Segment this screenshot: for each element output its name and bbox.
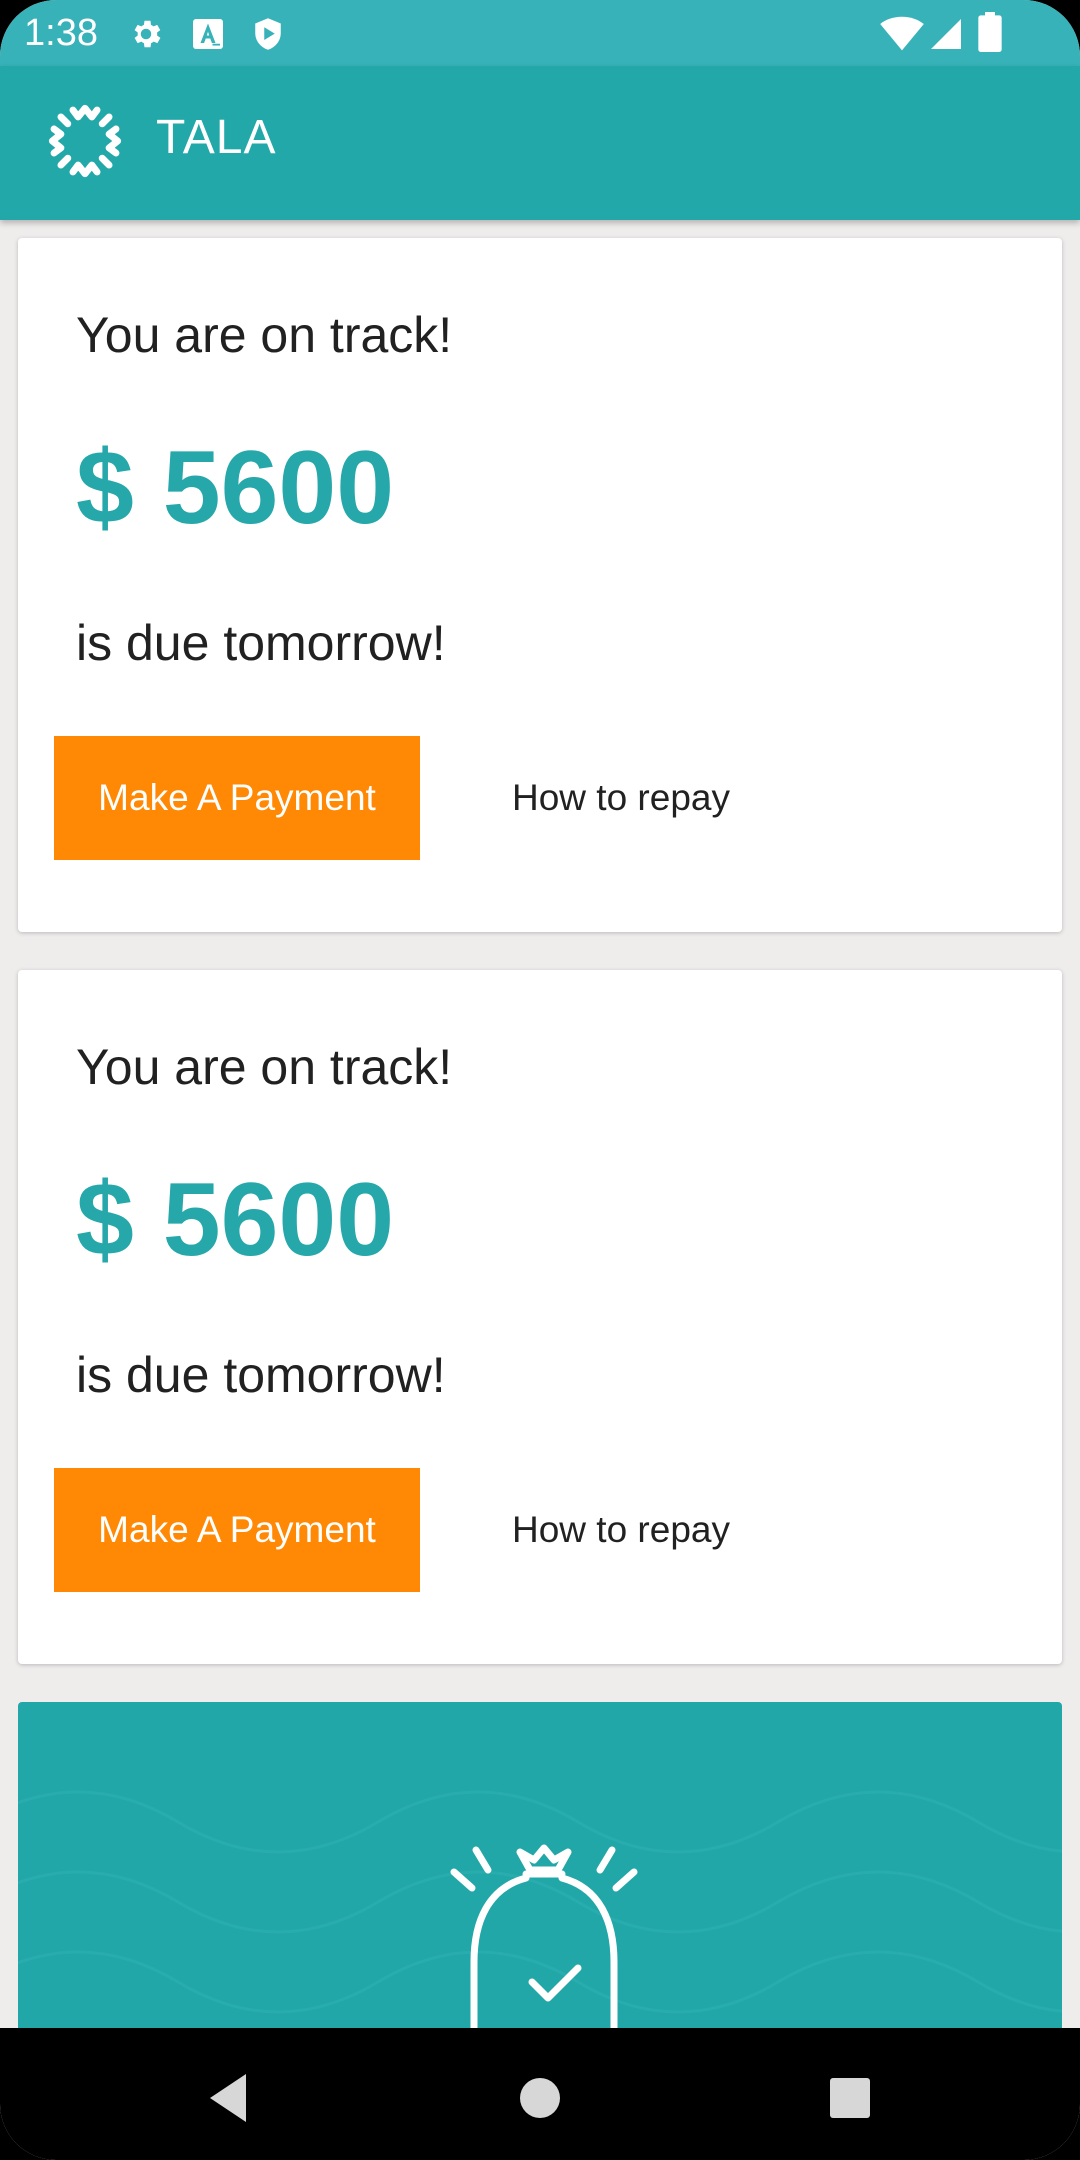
loan-status-card: You are on track! $ 5600 is due tomorrow… bbox=[18, 970, 1062, 1664]
recents-icon[interactable] bbox=[810, 2058, 890, 2138]
home-icon[interactable] bbox=[500, 2058, 580, 2138]
wifi-icon bbox=[880, 16, 924, 51]
app-title: TALA bbox=[156, 111, 277, 164]
card-status-text: You are on track! bbox=[76, 1039, 453, 1095]
play-shield-icon bbox=[255, 18, 281, 50]
navigation-bar bbox=[0, 2028, 1080, 2160]
phone-screen: 1:38 TALA You are on track! $ 5600 is du… bbox=[0, 0, 1080, 2160]
promo-card bbox=[18, 1702, 1062, 2028]
due-date-text: is due tomorrow! bbox=[76, 1347, 446, 1403]
how-to-repay-link[interactable]: How to repay bbox=[512, 768, 730, 828]
content-scroll[interactable]: You are on track! $ 5600 is due tomorrow… bbox=[0, 220, 1080, 2028]
status-time: 1:38 bbox=[24, 12, 98, 54]
loan-status-card: You are on track! $ 5600 is due tomorrow… bbox=[18, 238, 1062, 932]
make-payment-button[interactable]: Make A Payment bbox=[54, 736, 420, 860]
how-to-repay-link[interactable]: How to repay bbox=[512, 1500, 730, 1560]
card-status-text: You are on track! bbox=[76, 307, 453, 363]
make-payment-button[interactable]: Make A Payment bbox=[54, 1468, 420, 1592]
font-a-icon bbox=[193, 19, 223, 49]
tala-star-logo-icon bbox=[48, 104, 122, 178]
status-bar: 1:38 bbox=[0, 0, 1080, 66]
cell-signal-icon bbox=[931, 19, 961, 49]
amount-due: $ 5600 bbox=[76, 430, 395, 546]
back-icon[interactable] bbox=[190, 2058, 270, 2138]
amount-due: $ 5600 bbox=[76, 1162, 395, 1278]
due-date-text: is due tomorrow! bbox=[76, 615, 446, 671]
battery-icon bbox=[978, 12, 1002, 52]
gear-icon bbox=[134, 20, 161, 48]
app-bar: TALA bbox=[0, 66, 1080, 220]
money-bag-check-icon bbox=[18, 1790, 1062, 2028]
